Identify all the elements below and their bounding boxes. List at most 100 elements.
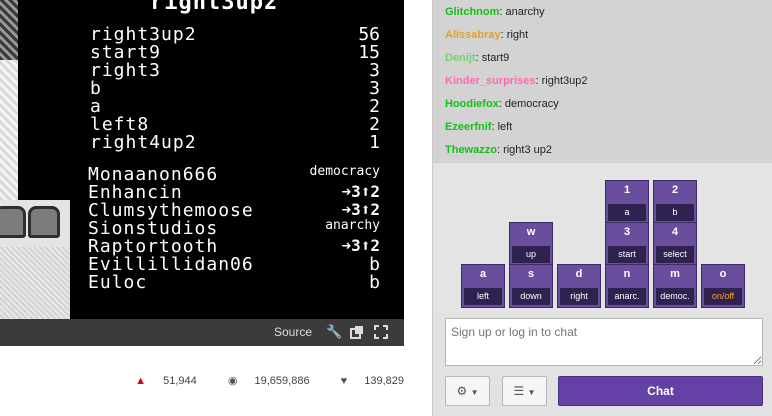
chat-username[interactable]: Denijt: [445, 52, 476, 64]
key-char: 3: [623, 226, 631, 238]
command-row: b 3: [90, 78, 380, 99]
chat-text: anarchy: [505, 6, 545, 18]
command-row: right3 3: [90, 60, 380, 81]
game-floor-dots: [0, 247, 70, 319]
user-vote: anarchy: [325, 218, 380, 233]
key-o-button[interactable]: o on/off: [701, 264, 745, 308]
chevron-down-icon: ▼: [527, 388, 536, 397]
key-char: n: [623, 268, 631, 280]
command-name: right4up2: [90, 132, 197, 153]
command-row: a 2: [90, 96, 380, 117]
user-vote-row: Raptortooth ➜3⬆2: [88, 236, 380, 257]
key-char: a: [479, 268, 487, 280]
viewer-list-button[interactable]: ☰ ▼: [502, 376, 547, 406]
key-label: a: [608, 204, 646, 221]
chat-text: right: [506, 29, 529, 41]
chevron-down-icon: ▼: [470, 388, 479, 397]
chat-username[interactable]: Kinder_surprises: [445, 75, 535, 87]
key-label: anarc.: [608, 288, 646, 305]
key-label: left: [464, 288, 502, 305]
chat-text: start9: [481, 52, 510, 64]
game-floor: [0, 200, 70, 319]
popout-icon[interactable]: [350, 325, 364, 339]
key-d-button[interactable]: d right: [557, 264, 601, 308]
game-pot-sprite: [28, 206, 60, 238]
gear-icon: ⚙: [456, 384, 468, 398]
chat-username[interactable]: Alissabray: [445, 29, 501, 41]
key-label: right: [560, 288, 598, 305]
command-row: start9 15: [90, 42, 380, 63]
chat-username[interactable]: Ezeerfnif: [445, 121, 491, 133]
key-char: 2: [671, 184, 679, 196]
chat-message: Ezeerfnif: left: [445, 121, 513, 133]
user-vote: ➜3⬆2: [341, 182, 380, 201]
viewers-count: 51,944: [163, 375, 197, 387]
command-row: right4up2 1: [90, 132, 380, 153]
key-char: s: [527, 268, 535, 280]
chat-message: Glitchnom: anarchy: [445, 6, 545, 18]
viewers-stat: ▲ 51,944: [121, 375, 197, 387]
key-w-button[interactable]: w up: [509, 222, 553, 266]
game-pot-sprite: [0, 206, 26, 238]
source-quality-button[interactable]: Source: [274, 325, 312, 339]
key-char: m: [670, 268, 680, 280]
user-vote: ➜3⬆2: [341, 200, 380, 219]
key-1-button[interactable]: 1a: [605, 180, 649, 224]
chat-text: democracy: [504, 98, 559, 110]
user-vote-row: Evillillidan06 b: [88, 254, 380, 275]
key-n-button[interactable]: n anarc.: [605, 264, 649, 308]
game-title: right3up2: [150, 0, 279, 15]
views-stat: ◉ 19,659,886: [214, 375, 310, 387]
favorites-stat: ♥ 139,829: [327, 375, 404, 387]
key-char: o: [719, 268, 727, 280]
favorites-count: 139,829: [364, 375, 404, 387]
controller-pad: 1a 2b w up 3 start 4 select a left s down d ri…: [433, 164, 772, 312]
key-4-button[interactable]: 4 select: [653, 222, 697, 266]
chat-username[interactable]: Thewazzo: [445, 144, 497, 156]
chat-text: right3up2: [541, 75, 588, 87]
stream-stats: ▲ 51,944 ◉ 19,659,886 ♥ 139,829: [107, 374, 404, 387]
heart-icon: ♥: [340, 375, 348, 387]
chat-send-button[interactable]: Chat: [558, 376, 763, 406]
key-a-button[interactable]: a left: [461, 264, 505, 308]
chat-settings-button[interactable]: ⚙ ▼: [445, 376, 490, 406]
chat-username[interactable]: Glitchnom: [445, 6, 499, 18]
person-icon: ▲: [135, 375, 147, 387]
key-2-button[interactable]: 2b: [653, 180, 697, 224]
key-label: select: [656, 246, 694, 263]
user-vote-row: Sionstudios anarchy: [88, 218, 380, 239]
key-char: 4: [671, 226, 679, 238]
game-stream[interactable]: right3up2 right3up2 56 start9 15 right3 …: [0, 0, 404, 319]
user-vote: democracy: [309, 164, 380, 179]
chat-text: right3 up2: [503, 144, 553, 156]
key-label: start: [608, 246, 646, 263]
key-label: down: [512, 288, 550, 305]
user-name: Euloc: [88, 272, 148, 293]
key-char: 1: [623, 184, 631, 196]
key-s-button[interactable]: s down: [509, 264, 553, 308]
key-char: d: [575, 268, 583, 280]
command-row: right3up2 56: [90, 24, 380, 45]
chat-message: Thewazzo: right3 up2: [445, 144, 553, 156]
user-vote-row: Clumsythemoose ➜3⬆2: [88, 200, 380, 221]
key-m-button[interactable]: m democ.: [653, 264, 697, 308]
game-tiles-dark: [0, 0, 18, 60]
chat-username[interactable]: Hoodiefox: [445, 98, 499, 110]
key-label: b: [656, 204, 694, 221]
chat-message: Denijt: start9: [445, 52, 510, 64]
chat-text: left: [497, 121, 513, 133]
key-label: up: [512, 246, 550, 263]
user-vote: b: [369, 272, 380, 293]
wrench-icon[interactable]: 🔧: [326, 325, 342, 339]
chat-input[interactable]: [445, 318, 763, 366]
user-vote: ➜3⬆2: [341, 236, 380, 255]
chat-panel: Glitchnom: anarchy Alissabray: right Den…: [432, 0, 772, 416]
key-char: w: [526, 226, 536, 238]
eye-icon: ◉: [227, 375, 238, 387]
command-count: 1: [369, 132, 380, 153]
fullscreen-icon[interactable]: [374, 325, 388, 339]
key-3-button[interactable]: 3 start: [605, 222, 649, 266]
chat-messages: Glitchnom: anarchy Alissabray: right Den…: [433, 0, 772, 163]
user-vote-row: Enhancin ➜3⬆2: [88, 182, 380, 203]
chat-message: Hoodiefox: democracy: [445, 98, 559, 110]
